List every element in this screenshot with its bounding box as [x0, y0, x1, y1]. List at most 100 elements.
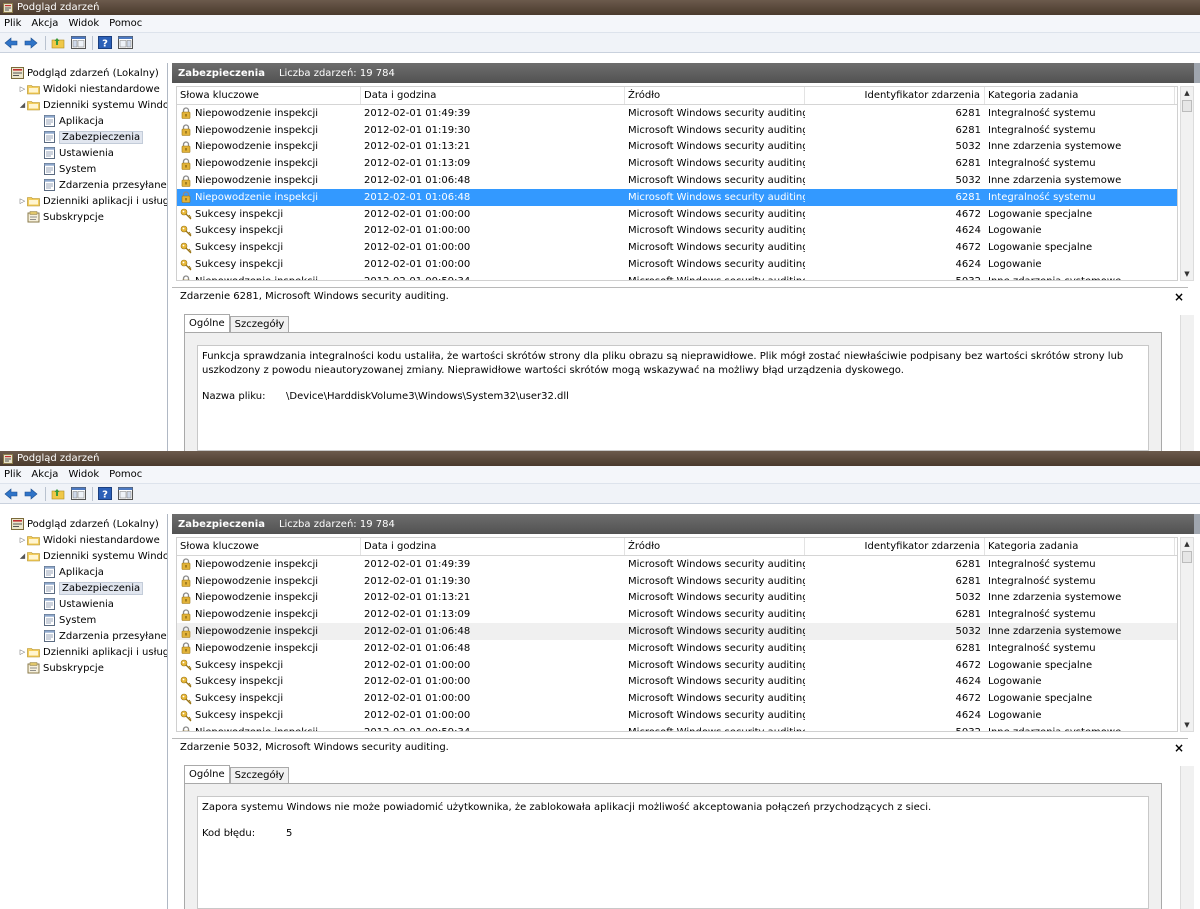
column-header-event-id[interactable]: Identyfikator zdarzenia	[805, 87, 985, 104]
title-bar[interactable]: Podgląd zdarzeń	[0, 0, 1200, 15]
show-hide-tree-button[interactable]	[69, 35, 87, 51]
tree-expander-icon[interactable]: ▷	[18, 85, 27, 93]
tree-node[interactable]: Zabezpieczenia	[0, 580, 167, 596]
key-icon	[180, 693, 192, 705]
scroll-down-arrow[interactable]: ▼	[1181, 268, 1193, 280]
tree-node[interactable]: ◢ Dzienniki systemu Windows	[0, 548, 167, 564]
scroll-down-arrow[interactable]: ▼	[1181, 719, 1193, 731]
tab-details[interactable]: Szczegóły	[229, 767, 290, 783]
menu-view[interactable]: Widok	[68, 18, 99, 29]
tree-node[interactable]: Podgląd zdarzeń (Lokalny)	[0, 65, 167, 81]
table-row[interactable]: Niepowodzenie inspekcji 2012-02-01 01:49:…	[177, 105, 1177, 122]
tree-node[interactable]: Ustawienia	[0, 596, 167, 612]
column-header-source[interactable]: Źródło	[625, 87, 805, 104]
up-folder-button[interactable]	[49, 486, 67, 502]
tree-node[interactable]: ▷ Dzienniki aplikacji i usług	[0, 644, 167, 660]
table-row[interactable]: Niepowodzenie inspekcji 2012-02-01 00:59:…	[177, 273, 1177, 280]
tree-node[interactable]: System	[0, 161, 167, 177]
column-header-event-id[interactable]: Identyfikator zdarzenia	[805, 538, 985, 555]
table-row[interactable]: Niepowodzenie inspekcji 2012-02-01 01:13:…	[177, 139, 1177, 156]
table-row[interactable]: Sukcesy inspekcji 2012-02-01 01:00:00 Micr…	[177, 206, 1177, 223]
cell-task-category-text: Inne zdarzenia systemowe	[988, 727, 1121, 731]
menu-action[interactable]: Akcja	[31, 469, 58, 480]
column-header-task-category[interactable]: Kategoria zadania	[985, 87, 1175, 104]
events-scrollbar[interactable]: ▲ ▼	[1180, 537, 1194, 732]
menu-file[interactable]: Plik	[4, 469, 21, 480]
help-button[interactable]: ?	[96, 35, 114, 51]
table-row[interactable]: Niepowodzenie inspekcji 2012-02-01 00:59:…	[177, 724, 1177, 731]
scroll-thumb[interactable]	[1182, 551, 1192, 563]
table-row[interactable]: Sukcesy inspekcji 2012-02-01 01:00:00 Micr…	[177, 690, 1177, 707]
tree-node[interactable]: Ustawienia	[0, 145, 167, 161]
show-hide-tree-button[interactable]	[69, 486, 87, 502]
table-row[interactable]: Niepowodzenie inspekcji 2012-02-01 01:19:…	[177, 573, 1177, 590]
table-row[interactable]: Niepowodzenie inspekcji 2012-02-01 01:13:…	[177, 155, 1177, 172]
table-row[interactable]: Niepowodzenie inspekcji 2012-02-01 01:13:…	[177, 606, 1177, 623]
tree-node[interactable]: ▷ Widoki niestandardowe	[0, 81, 167, 97]
menu-help[interactable]: Pomoc	[109, 469, 142, 480]
tree-node[interactable]: ▷ Dzienniki aplikacji i usług	[0, 193, 167, 209]
help-button[interactable]: ?	[96, 486, 114, 502]
table-row[interactable]: Sukcesy inspekcji 2012-02-01 01:00:00 Micr…	[177, 674, 1177, 691]
back-button[interactable]	[2, 35, 20, 51]
table-row[interactable]: Sukcesy inspekcji 2012-02-01 01:00:00 Micr…	[177, 256, 1177, 273]
table-row[interactable]: Niepowodzenie inspekcji 2012-02-01 01:13:…	[177, 590, 1177, 607]
tree-expander-icon[interactable]: ▷	[18, 197, 27, 205]
tree-node[interactable]: ◢ Dzienniki systemu Windows	[0, 97, 167, 113]
tree-node[interactable]: Zdarzenia przesyłane dalej	[0, 177, 167, 193]
title-bar[interactable]: Podgląd zdarzeń	[0, 451, 1200, 466]
column-header-keywords[interactable]: Słowa kluczowe	[177, 538, 361, 555]
table-row[interactable]: Niepowodzenie inspekcji 2012-02-01 01:06:…	[177, 623, 1177, 640]
column-header-date[interactable]: Data i godzina	[361, 538, 625, 555]
table-row[interactable]: Niepowodzenie inspekcji 2012-02-01 01:06:…	[177, 188, 1177, 206]
tree-node[interactable]: Zdarzenia przesyłane dalej	[0, 628, 167, 644]
tree-expander-icon[interactable]: ◢	[18, 101, 27, 109]
tree-expander-icon[interactable]: ▷	[18, 648, 27, 656]
table-row[interactable]: Niepowodzenie inspekcji 2012-02-01 01:06:…	[177, 640, 1177, 657]
tree-node[interactable]: Podgląd zdarzeń (Lokalny)	[0, 516, 167, 532]
table-row[interactable]: Niepowodzenie inspekcji 2012-02-01 01:06:…	[177, 172, 1177, 189]
menu-help[interactable]: Pomoc	[109, 18, 142, 29]
forward-button[interactable]	[22, 35, 40, 51]
column-header-date[interactable]: Data i godzina	[361, 87, 625, 104]
column-header-source[interactable]: Źródło	[625, 538, 805, 555]
tree-expander-icon[interactable]: ▷	[18, 536, 27, 544]
close-detail-button[interactable]: ×	[1174, 290, 1184, 304]
close-detail-button[interactable]: ×	[1174, 741, 1184, 755]
tree-node[interactable]: Aplikacja	[0, 564, 167, 580]
cell-task-category: Integralność systemu	[985, 640, 1175, 657]
scroll-up-arrow[interactable]: ▲	[1181, 538, 1193, 550]
detail-scrollbar[interactable]	[1180, 315, 1194, 451]
forward-button[interactable]	[22, 486, 40, 502]
lock-icon	[180, 726, 192, 731]
tree-node[interactable]: Subskrypcje	[0, 209, 167, 225]
table-row[interactable]: Sukcesy inspekcji 2012-02-01 01:00:00 Micr…	[177, 707, 1177, 724]
table-row[interactable]: Niepowodzenie inspekcji 2012-02-01 01:49:…	[177, 556, 1177, 573]
table-row[interactable]: Sukcesy inspekcji 2012-02-01 01:00:00 Micr…	[177, 239, 1177, 256]
show-hide-action-pane-button[interactable]	[116, 486, 134, 502]
up-folder-button[interactable]	[49, 35, 67, 51]
scroll-thumb[interactable]	[1182, 100, 1192, 112]
tree-node[interactable]: Zabezpieczenia	[0, 129, 167, 145]
tree-node[interactable]: ▷ Widoki niestandardowe	[0, 532, 167, 548]
menu-action[interactable]: Akcja	[31, 18, 58, 29]
tab-details[interactable]: Szczegóły	[229, 316, 290, 332]
tree-expander-icon[interactable]: ◢	[18, 552, 27, 560]
tree-node[interactable]: System	[0, 612, 167, 628]
menu-view[interactable]: Widok	[68, 469, 99, 480]
menu-file[interactable]: Plik	[4, 18, 21, 29]
tab-general[interactable]: Ogólne	[184, 765, 230, 783]
column-header-keywords[interactable]: Słowa kluczowe	[177, 87, 361, 104]
table-row[interactable]: Sukcesy inspekcji 2012-02-01 01:00:00 Micr…	[177, 223, 1177, 240]
table-row[interactable]: Sukcesy inspekcji 2012-02-01 01:00:00 Micr…	[177, 657, 1177, 674]
show-hide-action-pane-button[interactable]	[116, 35, 134, 51]
tree-node[interactable]: Subskrypcje	[0, 660, 167, 676]
detail-scrollbar[interactable]	[1180, 766, 1194, 909]
column-header-task-category[interactable]: Kategoria zadania	[985, 538, 1175, 555]
scroll-up-arrow[interactable]: ▲	[1181, 87, 1193, 99]
tab-general[interactable]: Ogólne	[184, 314, 230, 332]
back-button[interactable]	[2, 486, 20, 502]
events-scrollbar[interactable]: ▲ ▼	[1180, 86, 1194, 281]
table-row[interactable]: Niepowodzenie inspekcji 2012-02-01 01:19:…	[177, 122, 1177, 139]
tree-node[interactable]: Aplikacja	[0, 113, 167, 129]
